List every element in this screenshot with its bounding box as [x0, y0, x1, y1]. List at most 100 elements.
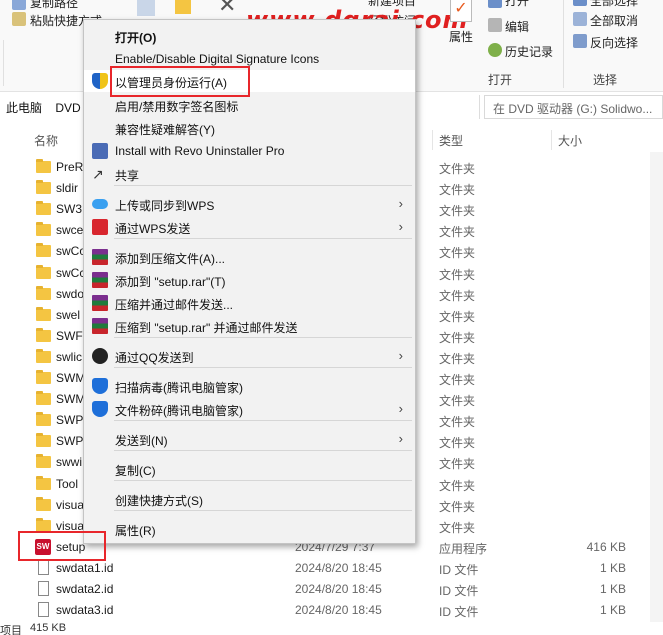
menu-item-label: 添加到 "setup.rar"(T): [115, 275, 226, 289]
uac-shield-icon: [92, 73, 108, 89]
file-name: Tool: [56, 476, 79, 491]
rar-icon: [92, 295, 108, 311]
menu-item[interactable]: 扫描病毒(腾讯电脑管家): [84, 375, 415, 397]
menu-item[interactable]: 文件粉碎(腾讯电脑管家) ›: [84, 398, 415, 420]
menu-item[interactable]: 启用/禁用数字签名图标: [84, 94, 415, 116]
chevron-right-icon: ›: [398, 196, 403, 211]
highlight-setup-file: [18, 531, 106, 561]
properties-button[interactable]: 属性: [449, 28, 473, 45]
open-group-label: 打开: [488, 73, 513, 87]
column-divider[interactable]: [432, 130, 433, 150]
menu-item-label: 压缩并通过邮件发送...: [115, 298, 234, 312]
file-name: swel: [56, 307, 81, 322]
file-type: 文件夹: [439, 373, 476, 387]
menu-item-label: 添加到压缩文件(A)...: [115, 252, 225, 266]
folder-icon: [36, 391, 51, 406]
edit-icon: [488, 18, 502, 32]
file-row[interactable]: swdata1.id 2024/8/20 18:45 ID 文件 1 KB: [0, 558, 650, 579]
qq-icon: [92, 348, 108, 364]
copy-path-button[interactable]: 复制路径: [30, 0, 78, 11]
select-none-button[interactable]: 全部取消: [590, 12, 638, 29]
file-type: 文件夹: [439, 499, 476, 514]
search-input[interactable]: 在 DVD 驱动器 (G:) Solidwo...: [484, 95, 663, 119]
file-name: swce: [56, 223, 84, 238]
file-name: SWP: [56, 413, 84, 428]
column-divider[interactable]: [551, 130, 552, 150]
file-type: 文件夹: [439, 309, 476, 324]
select-all-icon: [573, 0, 587, 6]
file-name: swCc: [56, 265, 86, 280]
select-none-icon: [573, 12, 587, 26]
file-row[interactable]: swdata3.id 2024/8/20 18:45 ID 文件 1 KB: [0, 600, 650, 621]
ribbon-folder-icon: [175, 0, 191, 14]
menu-item[interactable]: ↗ 共享: [84, 163, 415, 185]
menu-item[interactable]: 压缩并通过邮件发送...: [84, 292, 415, 314]
invert-selection-button[interactable]: 反向选择: [590, 34, 638, 51]
menu-item[interactable]: 创建快捷方式(S): [84, 488, 415, 510]
folder-icon: [36, 348, 51, 363]
file-type: 文件夹: [439, 457, 476, 472]
menu-item[interactable]: 通过QQ发送到 ›: [84, 345, 415, 367]
menu-separator: [114, 367, 412, 368]
folder-icon: [36, 412, 51, 427]
menu-item[interactable]: 通过WPS发送 ›: [84, 216, 415, 238]
folder-icon: [36, 264, 51, 279]
file-size: 1 KB: [599, 603, 626, 618]
menu-item[interactable]: 添加到 "setup.rar"(T): [84, 269, 415, 291]
edit-button[interactable]: 编辑: [505, 18, 529, 35]
folder-icon: [36, 306, 51, 321]
file-type: ID 文件: [439, 584, 479, 598]
breadcrumb-drive[interactable]: DVD: [55, 101, 80, 115]
revo-icon: [92, 143, 108, 159]
file-name: PreR: [56, 160, 84, 174]
menu-item[interactable]: 复制(C): [84, 458, 415, 480]
column-name[interactable]: 名称: [34, 132, 58, 149]
menu-item-label: 扫描病毒(腾讯电脑管家): [115, 381, 243, 395]
menu-item[interactable]: 上传或同步到WPS ›: [84, 193, 415, 215]
menu-item-label: Install with Revo Uninstaller Pro: [115, 144, 285, 158]
menu-item-label: 文件粉碎(腾讯电脑管家): [115, 404, 243, 418]
menu-item-label: 创建快捷方式(S): [115, 494, 203, 508]
ribbon-separator-left: [3, 40, 4, 86]
file-type: 文件夹: [439, 415, 476, 430]
file-type: 文件夹: [439, 288, 476, 303]
history-icon: [488, 43, 502, 57]
menu-item[interactable]: 添加到压缩文件(A)...: [84, 246, 415, 268]
wps-icon: [92, 219, 108, 235]
menu-item[interactable]: Install with Revo Uninstaller Pro: [84, 140, 415, 162]
folder-icon: [36, 180, 51, 195]
menu-item[interactable]: 发送到(N) ›: [84, 428, 415, 450]
menu-item-label: 兼容性疑难解答(Y): [115, 123, 215, 137]
file-name: SWP: [56, 434, 84, 449]
copy-path-icon: [12, 0, 26, 10]
select-all-button[interactable]: 全部选择: [590, 0, 638, 9]
menu-separator: [114, 185, 412, 186]
menu-item-label: 属性(R): [115, 524, 156, 538]
vertical-scrollbar[interactable]: [650, 152, 663, 622]
file-type: 文件夹: [439, 520, 476, 535]
file-type: 文件夹: [439, 204, 476, 219]
tencent-shield-icon: [92, 401, 108, 417]
column-type[interactable]: 类型: [439, 132, 463, 149]
delete-x-icon[interactable]: ✕: [218, 0, 240, 18]
open-button[interactable]: 打开: [505, 0, 529, 9]
chevron-right-icon: ›: [398, 431, 403, 446]
menu-item[interactable]: 压缩到 "setup.rar" 并通过邮件发送: [84, 315, 415, 337]
file-date: 2024/8/20 18:45: [295, 603, 382, 618]
folder-icon: [36, 475, 51, 490]
ribbon-arrow-icon: [137, 0, 155, 16]
file-type: 文件夹: [439, 330, 476, 345]
menu-item[interactable]: 属性(R): [84, 518, 415, 540]
menu-item[interactable]: 打开(O): [84, 25, 415, 47]
menu-item-label: 打开(O): [115, 31, 157, 45]
column-size[interactable]: 大小: [558, 132, 582, 149]
file-name: swlic: [56, 349, 82, 364]
history-button[interactable]: 历史记录: [505, 43, 553, 60]
chevron-right-icon: ›: [398, 219, 403, 234]
breadcrumb-root[interactable]: 此电脑: [6, 101, 42, 115]
menu-item[interactable]: 兼容性疑难解答(Y): [84, 117, 415, 139]
file-row[interactable]: swdata2.id 2024/8/20 18:45 ID 文件 1 KB: [0, 579, 650, 600]
file-name: SWM: [56, 371, 86, 385]
folder-icon: [36, 201, 51, 216]
file-name: swwi: [56, 455, 82, 470]
